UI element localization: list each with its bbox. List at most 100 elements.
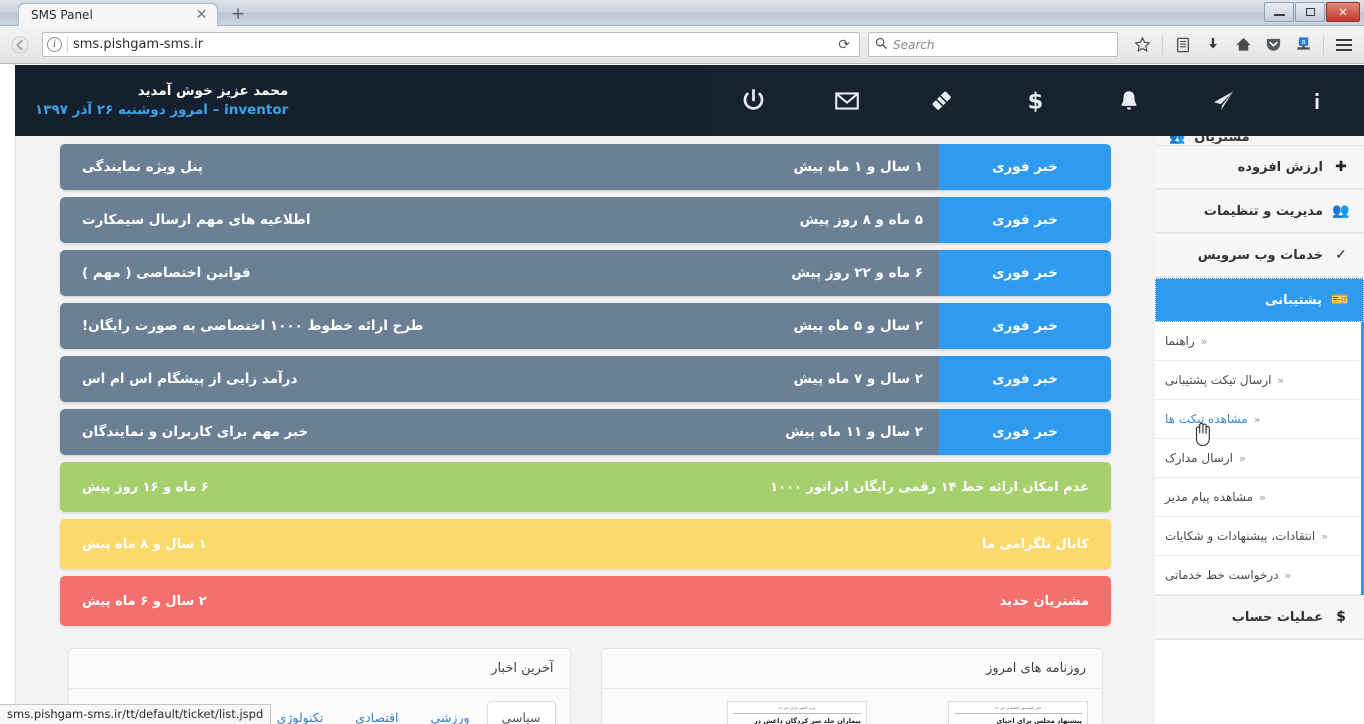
welcome-greeting: محمد عزیز خوش آمدید [137,82,289,99]
star-icon[interactable] [1128,31,1156,59]
search-icon [875,37,887,52]
sidebar-item-3[interactable]: ✓ خدمات وب سرویس [1155,234,1364,277]
info-icon[interactable] [1270,65,1364,136]
sidebar-item-customers-clipped[interactable]: مشتریان 👥 [1155,136,1364,146]
browser-window: SMS Panel ✕ + ✕ i sms.pishgam-sms.ir ⟳ S… [0,0,1364,724]
announcement-row[interactable]: کانال تلگرامی ما ۱ سال و ۸ ماه پیش [60,519,1111,569]
news-badge: خبر فوری [939,356,1111,402]
search-bar[interactable]: Search [868,32,1118,57]
news-tab[interactable]: ورزشی [416,701,485,724]
news-row[interactable]: خبر فوری ۶ ماه و ۲۲ روز پیش قوانین اختصاصی… [60,250,1111,296]
sidebar-subitem[interactable]: « انتقادات، پیشنهادات و شکایات [1155,517,1361,556]
sidebar-item-1[interactable]: ✚ ارزش افزوده [1155,146,1364,189]
site-info-icon[interactable]: i [47,37,62,52]
welcome-block: محمد عزیز خوش آمدید inventor – امروز دوش… [15,82,288,120]
main-inner: خبر فوری ۱ سال و ۱ ماه پیش پنل ویژه نمایند… [16,136,1155,724]
main-column: خبر فوری ۱ سال و ۱ ماه پیش پنل ویژه نمایند… [15,136,1155,724]
news-tab[interactable]: تکنولوژی [262,701,339,724]
news-title-cell: ۲ سال و ۵ ماه پیش طرح ارائه خطوط ۱۰۰۰ اخت… [60,303,939,349]
paper-thumbnail-2[interactable]: وزیر کشور عراق خبر داد بیماران جلد سر کر… [726,701,867,724]
sidebar-subitem[interactable]: « مشاهده تیکت ها [1155,400,1361,439]
news-title-cell: ۲ سال و ۷ ماه پیش درآمد زایی از پیشگام اس… [60,356,939,402]
news-title-cell: ۱ سال و ۱ ماه پیش پنل ویژه نمایندگی [60,144,939,190]
news-row[interactable]: خبر فوری ۲ سال و ۱۱ ماه پیش خبر مهم برای ک… [60,409,1111,455]
minimize-button[interactable] [1264,2,1294,22]
paper-thumbnail[interactable]: دفتر کمیسیون اقتصادی خبر داد پیشنهاد مجل… [948,701,1088,724]
sidebar-subitem[interactable]: « ارسال مدارک [1155,439,1361,478]
sidebar-subitem-label: مشاهده تیکت ها [1165,412,1248,426]
announcement-title: مشتریان جدید [999,593,1089,609]
news-tab[interactable]: سیاسی [486,701,556,724]
pocket-icon[interactable] [1259,31,1287,59]
news-row[interactable]: خبر فوری ۵ ماه و ۸ روز پیش اطلاعیه های مهم… [60,197,1111,243]
announcement-row[interactable]: مشتریان جدید ۲ سال و ۶ ماه پیش [60,576,1111,626]
today-date: – امروز دوشنبه ۲۶ آذر ۱۳۹۷ [35,101,220,118]
sidebar-group: ✓ خدمات وب سرویس [1155,234,1364,278]
announcement-age: ۲ سال و ۶ ماه پیش [82,593,207,609]
bell-icon[interactable] [1082,65,1176,136]
sidebar-item-2[interactable]: 👥 مدیریت و تنظیمات [1155,190,1364,233]
power-icon[interactable] [706,65,800,136]
back-icon[interactable] [6,31,34,59]
announcement-row[interactable]: عدم امکان ارائه خط ۱۴ رقمی رایگان اپراتو… [60,462,1111,512]
news-title: خبر مهم برای کاربران و نمایندگان [82,424,309,440]
check-circle-icon: ✓ [1335,247,1347,263]
chevron-left-icon: « [1259,490,1266,504]
search-input[interactable]: Search [893,38,935,52]
close-window-button[interactable]: ✕ [1326,2,1360,22]
news-title-cell: ۲ سال و ۱۱ ماه پیش خبر مهم برای کاربران و… [60,409,939,455]
sidebar-subitem[interactable]: « راهنما [1155,322,1361,361]
news-badge: خبر فوری [939,250,1111,296]
news-row[interactable]: خبر فوری ۲ سال و ۵ ماه پیش طرح ارائه خطوط … [60,303,1111,349]
sidebar-item-label: عملیات حساب [1231,609,1323,625]
sidebar-subitem[interactable]: « درخواست خط خدماتی [1155,556,1361,595]
sidebar-item-4[interactable]: 🎫 پشتیبانی [1155,278,1364,322]
new-tab-button[interactable]: + [228,5,248,23]
account-icon[interactable]: a [1289,31,1317,59]
mail-icon[interactable] [800,65,894,136]
announcement-title: کانال تلگرامی ما [982,536,1089,552]
ticket-icon[interactable] [894,65,988,136]
downloads-icon[interactable] [1199,31,1227,59]
news-tab[interactable]: اقتصادی [340,701,413,724]
news-title-cell: ۵ ماه و ۸ روز پیش اطلاعیه های مهم ارسال س… [60,197,939,243]
news-row[interactable]: خبر فوری ۲ سال و ۷ ماه پیش درآمد زایی از پ… [60,356,1111,402]
news-age: ۶ ماه و ۲۲ روز پیش [791,265,923,281]
url-text: sms.pishgam-sms.ir [73,37,204,52]
news-title-cell: ۶ ماه و ۲۲ روز پیش قوانین اختصاصی ( مهم ) [60,250,939,296]
sidebar-item-label: ارزش افزوده [1237,159,1323,175]
home-icon[interactable] [1229,31,1257,59]
news-badge: خبر فوری [939,144,1111,190]
news-age: ۲ سال و ۱۱ ماه پیش [785,424,923,440]
latest-news-card-title: آخرین اخبار [69,649,570,689]
sidebar-item-label: پشتیبانی [1265,292,1322,308]
tab-title: SMS Panel [31,8,93,22]
paper-masthead: دفتر کمیسیون اقتصادی خبر داد [954,706,1082,715]
browser-tab[interactable]: SMS Panel ✕ [18,3,218,26]
paper-headline-2: بیماران جلد سر کردگان داعش در سوریه [753,717,861,724]
status-bar-url: sms.pishgam-sms.ir/tt/default/ticket/lis… [0,704,272,724]
maximize-button[interactable] [1295,2,1325,22]
chevron-left-icon: « [1321,529,1328,543]
reload-icon[interactable]: ⟳ [833,37,855,53]
library-icon[interactable] [1169,31,1197,59]
news-title: قوانین اختصاصی ( مهم ) [82,265,251,281]
news-row[interactable]: خبر فوری ۱ سال و ۱ ماه پیش پنل ویژه نمایند… [60,144,1111,190]
sidebar-item-label: خدمات وب سرویس [1197,247,1323,263]
papers-card-body: دفتر کمیسیون اقتصادی خبر داد پیشنهاد مجل… [602,689,1103,724]
toolbar-divider-2 [1323,34,1324,55]
sidebar-clipped-label: مشتریان [1194,136,1250,145]
announcement-age: ۱ سال و ۸ ماه پیش [82,536,207,552]
sidebar-subitem[interactable]: « ارسال تیکت پشتیبانی [1155,361,1361,400]
menu-icon[interactable] [1330,31,1358,59]
chevron-left-icon: « [1200,334,1208,348]
send-icon[interactable] [1176,65,1270,136]
announcement-title: عدم امکان ارائه خط ۱۴ رقمی رایگان اپراتو… [770,479,1089,495]
close-tab-icon[interactable]: ✕ [194,8,209,23]
sidebar-subitem[interactable]: « مشاهده پیام مدیر [1155,478,1361,517]
dollar-icon[interactable]: $ [988,65,1082,136]
sidebar-subitem-label: مشاهده پیام مدیر [1165,490,1254,504]
address-bar[interactable]: i sms.pishgam-sms.ir ⟳ [42,32,860,57]
sidebar-subitem-label: ارسال تیکت پشتیبانی [1165,373,1272,387]
sidebar-item-5[interactable]: $ عملیات حساب [1155,596,1364,639]
